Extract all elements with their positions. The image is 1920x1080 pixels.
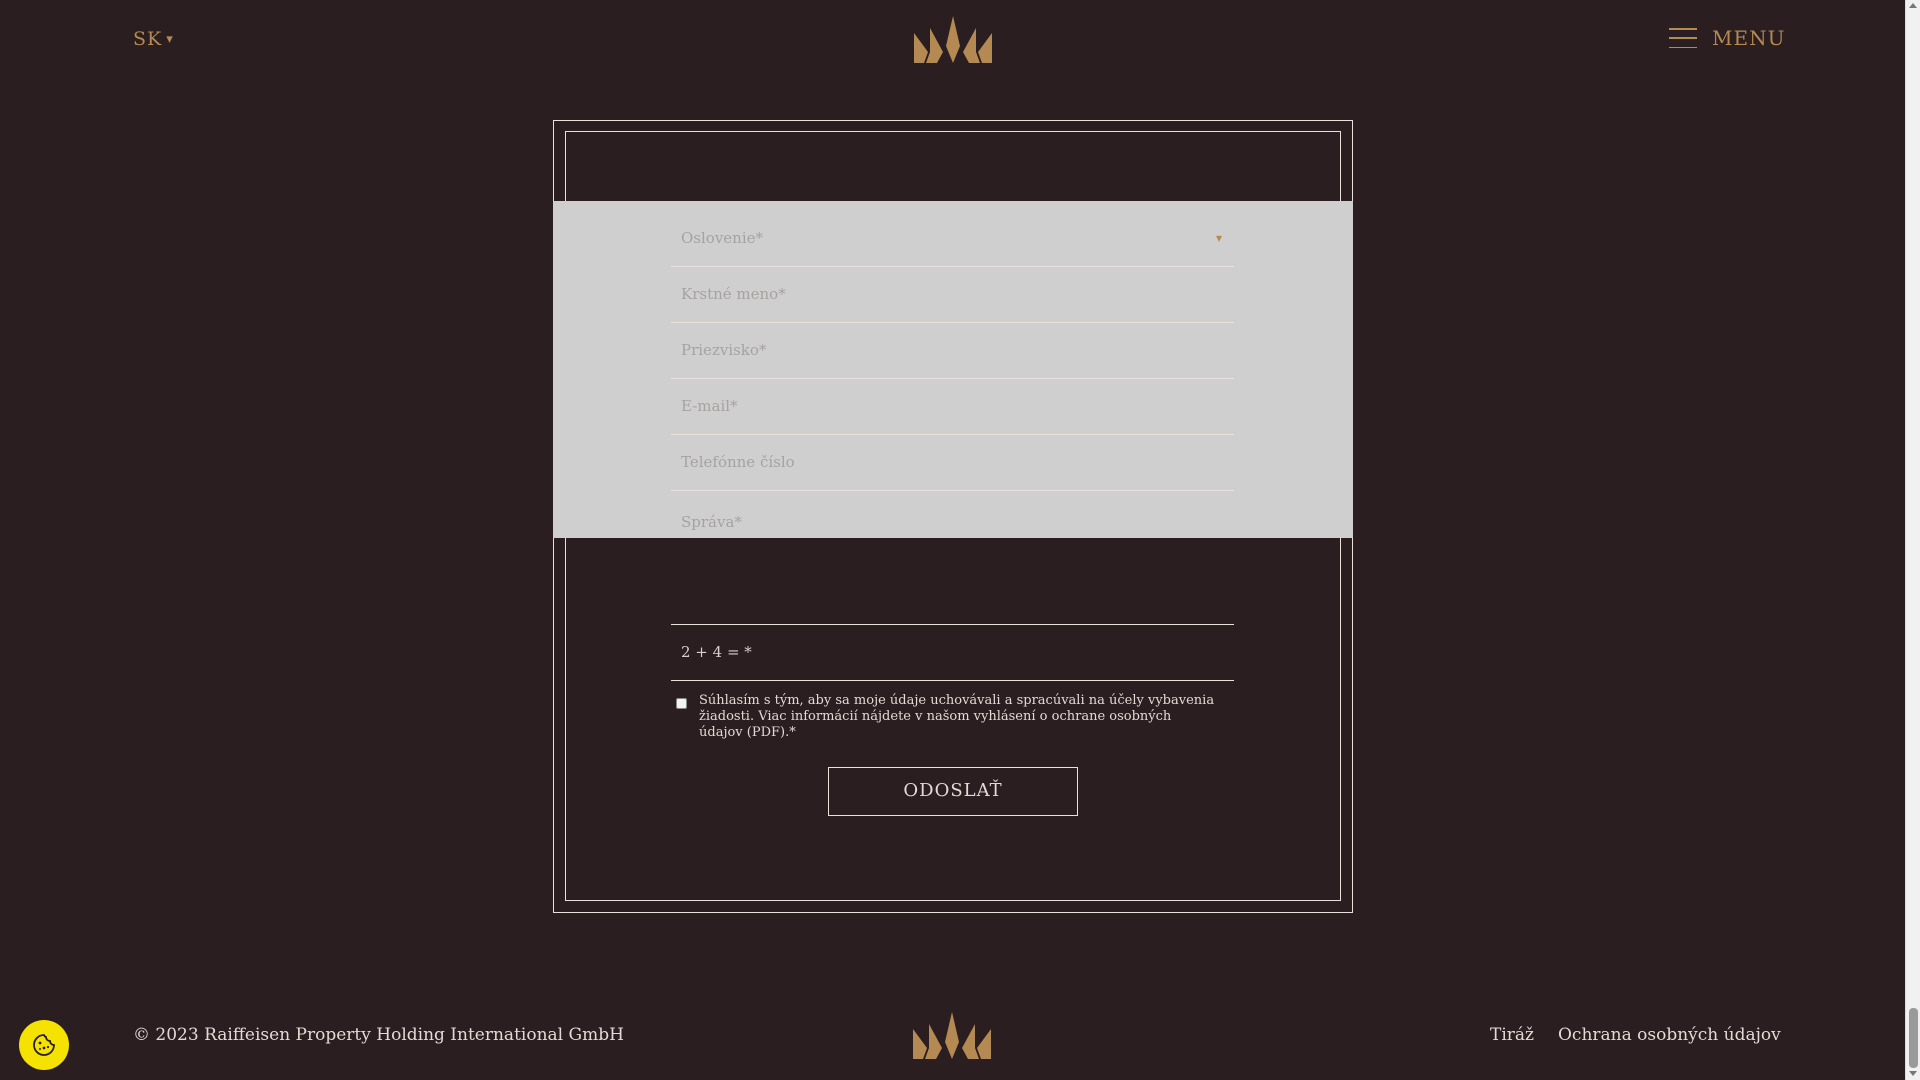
site-header: SK ▾ MENU [0,0,1905,80]
footer-link-privacy[interactable]: Ochrana osobných údajov [1558,1025,1781,1045]
footer-links: Tiráž Ochrana osobných údajov [1490,1025,1781,1045]
chevron-down-icon: ▾ [1215,231,1222,245]
last-name-placeholder: Priezvisko* [681,341,767,359]
page-scrollbar[interactable] [1905,0,1920,1080]
menu-label: MENU [1712,26,1786,50]
copyright-text: © 2023 Raiffeisen Property Holding Inter… [133,1025,624,1045]
captcha-label: 2 + 4 = * [681,643,752,661]
contact-form: Oslovenie* ▾ Krstné meno* Priezvisko* E-… [671,211,1234,741]
last-name-input[interactable]: Priezvisko* [671,323,1234,379]
consent-row: Súhlasím s tým, aby sa moje údaje uchová… [671,693,1234,741]
salutation-placeholder: Oslovenie* [681,229,764,247]
scroll-up-icon[interactable] [1909,3,1917,8]
hamburger-icon [1669,28,1697,48]
footer-link-imprint[interactable]: Tiráž [1490,1025,1534,1045]
captcha-input[interactable]: 2 + 4 = * [671,625,1234,681]
chevron-down-icon: ▾ [166,32,174,47]
email-placeholder: E-mail* [681,397,738,415]
crown-logo-icon[interactable] [911,1012,993,1060]
consent-checkbox[interactable] [676,698,687,709]
message-textarea[interactable]: Správa* [671,491,1234,625]
language-switcher[interactable]: SK ▾ [133,28,174,50]
phone-input[interactable]: Telefónne číslo [671,435,1234,491]
first-name-input[interactable]: Krstné meno* [671,267,1234,323]
salutation-select[interactable]: Oslovenie* ▾ [671,211,1234,267]
language-label: SK [133,28,163,50]
submit-button[interactable]: ODOSLAŤ [828,767,1078,816]
first-name-placeholder: Krstné meno* [681,285,786,303]
scroll-thumb[interactable] [1909,1008,1918,1068]
message-placeholder: Správa* [681,513,742,531]
menu-button[interactable]: MENU [1669,26,1785,50]
consent-text: Súhlasím s tým, aby sa moje údaje uchová… [699,693,1215,740]
scroll-down-icon[interactable] [1909,1071,1917,1076]
phone-placeholder: Telefónne číslo [681,453,795,471]
cookie-icon [33,1034,55,1056]
crown-logo-icon[interactable] [912,16,994,64]
email-input[interactable]: E-mail* [671,379,1234,435]
cookie-settings-button[interactable] [19,1020,69,1070]
